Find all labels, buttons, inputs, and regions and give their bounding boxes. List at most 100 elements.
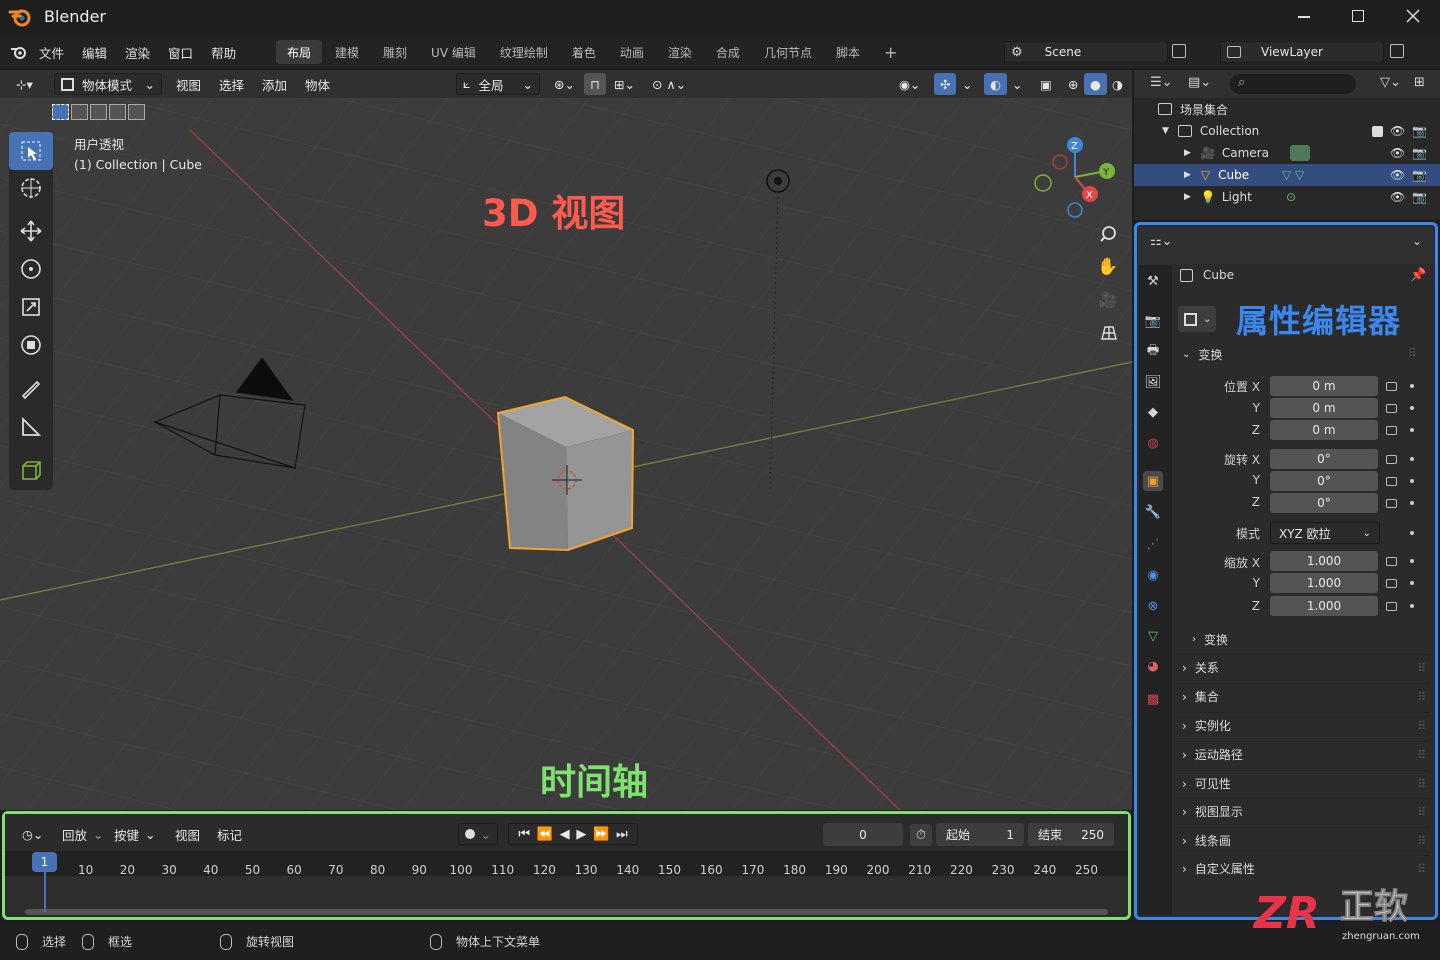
lock-icon[interactable] [1386, 557, 1397, 566]
particles-tab-icon[interactable]: ⋰ [1143, 534, 1163, 554]
play-reverse-icon[interactable]: ◀ [560, 827, 570, 842]
eye-icon[interactable]: 👁 [1390, 124, 1405, 138]
editor-type-icon[interactable]: ⊹▾ [10, 73, 39, 95]
outliner-editor[interactable]: ☰⌄ ▤⌄ ⌕ ▽⌄ ⊞ 场景集合 ▼ Collection 👁 📷 ▶ 🎥 C… [1134, 70, 1440, 220]
tab-texture-paint[interactable]: 纹理绘制 [489, 40, 559, 64]
render-camera-icon[interactable]: 📷 [1412, 190, 1427, 204]
section-relations[interactable]: › 关系 ⠿ [1176, 654, 1430, 680]
select-subtract-icon[interactable] [90, 104, 107, 120]
menu-window[interactable]: 窗口 [159, 36, 202, 68]
tab-geometry-nodes[interactable]: 几何节点 [753, 40, 823, 64]
select-invert-icon[interactable] [109, 104, 126, 120]
pin-icon[interactable]: 📌 [1410, 268, 1426, 283]
outliner-search-input[interactable]: ⌕ [1230, 74, 1356, 94]
lock-icon[interactable] [1386, 602, 1397, 611]
output-tab-icon[interactable]: 🖶 [1143, 342, 1163, 362]
keyframe-dot-icon[interactable] [1410, 531, 1414, 535]
shading-material-icon[interactable]: ◑ [1106, 73, 1129, 95]
outliner-display-mode-icon[interactable]: ▤⌄ [1188, 75, 1211, 90]
expand-arrow-icon[interactable]: ▶ [1184, 192, 1191, 202]
auto-keying-toggle[interactable]: ⌄ [458, 823, 498, 845]
lock-icon[interactable] [1386, 579, 1397, 588]
tab-scripting[interactable]: 脚本 [825, 40, 871, 64]
object-tab-icon[interactable]: ▣ [1143, 471, 1163, 491]
keyframe-dot-icon[interactable] [1410, 604, 1414, 608]
keyframe-dot-icon[interactable] [1410, 479, 1414, 483]
camera-data-icon[interactable] [1290, 145, 1310, 161]
rotation-x-field[interactable]: 0° [1270, 449, 1378, 469]
playback-controls[interactable]: ⏮ ⏪ ◀ ▶ ⏩ ⏭ [508, 823, 638, 845]
keyframe-dot-icon[interactable] [1410, 406, 1414, 410]
snap-target-icon[interactable]: ⊞⌄ [608, 73, 641, 95]
pivot-point-icon[interactable]: ⊛⌄ [548, 73, 581, 95]
cursor-tool[interactable] [9, 169, 53, 207]
render-camera-icon[interactable]: 📷 [1412, 168, 1427, 182]
section-line-art[interactable]: › 线条画 ⠿ [1176, 827, 1430, 853]
tab-layout[interactable]: 布局 [276, 40, 323, 64]
keyframe-dot-icon[interactable] [1410, 428, 1414, 432]
new-scene-icon[interactable] [1172, 44, 1186, 58]
eye-icon[interactable]: 👁 [1390, 190, 1405, 204]
rotation-z-field[interactable]: 0° [1270, 493, 1378, 513]
play-icon[interactable]: ▶ [576, 827, 586, 842]
transform-orientation-selector[interactable]: ⟀ 全局 ⌄ [456, 73, 540, 95]
menu-edit[interactable]: 编辑 [73, 36, 116, 68]
material-tab-icon[interactable]: ◕ [1143, 656, 1163, 676]
properties-options-icon[interactable]: ⌄ [1412, 234, 1422, 248]
scale-y-field[interactable]: 1.000 [1270, 573, 1378, 593]
keyframe-dot-icon[interactable] [1410, 581, 1414, 585]
playhead-frame-indicator[interactable]: 1 [32, 852, 57, 872]
scene-selector[interactable]: ⚙ Scene [1004, 41, 1168, 63]
viewport-menu-view[interactable]: 视图 [170, 73, 207, 95]
properties-editor-type-icon[interactable]: ⚏⌄ [1150, 234, 1173, 249]
scale-z-field[interactable]: 1.000 [1270, 596, 1378, 616]
section-visibility[interactable]: › 可见性 ⠿ [1176, 770, 1430, 796]
location-x-field[interactable]: 0 m [1270, 376, 1378, 396]
section-collections[interactable]: › 集合 ⠿ [1176, 683, 1430, 709]
menu-render[interactable]: 渲染 [116, 36, 159, 68]
section-custom-properties[interactable]: › 自定义属性 ⠿ [1176, 855, 1430, 881]
timeline-editor-type-icon[interactable]: ◷⌄ [16, 823, 49, 845]
timeline-view-menu[interactable]: 视图 [169, 823, 206, 845]
mesh-data-icon[interactable]: ▽ ▽ [1282, 168, 1304, 182]
expand-arrow-icon[interactable]: ▶ [1184, 170, 1191, 180]
snap-toggle-icon[interactable]: ⊓ [584, 73, 606, 95]
physics-tab-icon[interactable]: ◉ [1143, 565, 1163, 585]
measure-tool[interactable] [9, 408, 53, 446]
next-keyframe-icon[interactable]: ⏩ [593, 827, 609, 842]
tab-animation[interactable]: 动画 [609, 40, 655, 64]
view-layer-tab-icon[interactable]: 🖼 [1143, 372, 1163, 392]
render-tab-icon[interactable]: 📷 [1143, 311, 1163, 331]
mode-selector[interactable]: 物体模式 ⌄ [54, 73, 162, 95]
3d-viewport[interactable]: Z Y X 用户透视 (1) Collection | Cube 3D 视图 [0, 70, 1132, 810]
move-tool[interactable] [9, 212, 53, 250]
blender-menu-icon[interactable] [10, 44, 28, 60]
tab-uv-editing[interactable]: UV 编辑 [420, 40, 487, 64]
section-viewport-display[interactable]: › 视图显示 ⠿ [1176, 798, 1430, 824]
lock-icon[interactable] [1386, 382, 1397, 391]
location-z-field[interactable]: 0 m [1270, 420, 1378, 440]
menu-file[interactable]: 文件 [30, 36, 73, 68]
lock-icon[interactable] [1386, 404, 1397, 413]
section-instancing[interactable]: › 实例化 ⠿ [1176, 712, 1430, 738]
visibility-selector-icon[interactable]: ◉⌄ [893, 73, 926, 95]
new-viewlayer-icon[interactable] [1390, 44, 1404, 58]
tool-tab-icon[interactable]: ⚒ [1143, 271, 1163, 291]
render-camera-icon[interactable]: 📷 [1412, 124, 1427, 138]
tab-modeling[interactable]: 建模 [324, 40, 370, 64]
new-collection-icon[interactable]: ⊞ [1414, 75, 1425, 90]
section-motion-paths[interactable]: › 运动路径 ⠿ [1176, 741, 1430, 767]
shading-solid-icon[interactable]: ● [1084, 73, 1107, 95]
outliner-row-light[interactable]: ▶ 💡 Light ⊙ 👁 📷 [1134, 186, 1440, 208]
lock-icon[interactable] [1386, 455, 1397, 464]
constraint-tab-icon[interactable]: ⊗ [1143, 596, 1163, 616]
object-browse-button[interactable]: ⌄ [1178, 306, 1216, 332]
zoom-view-icon[interactable] [1094, 220, 1122, 248]
viewport-menu-object[interactable]: 物体 [299, 73, 336, 95]
outliner-row-collection[interactable]: ▼ Collection 👁 📷 [1134, 120, 1440, 142]
transform-tool[interactable] [9, 326, 53, 364]
tab-compositing[interactable]: 合成 [705, 40, 751, 64]
scale-tool[interactable] [9, 288, 53, 326]
drag-handle-icon[interactable]: ⠿ [1408, 346, 1417, 360]
scale-x-field[interactable]: 1.000 [1270, 551, 1378, 571]
